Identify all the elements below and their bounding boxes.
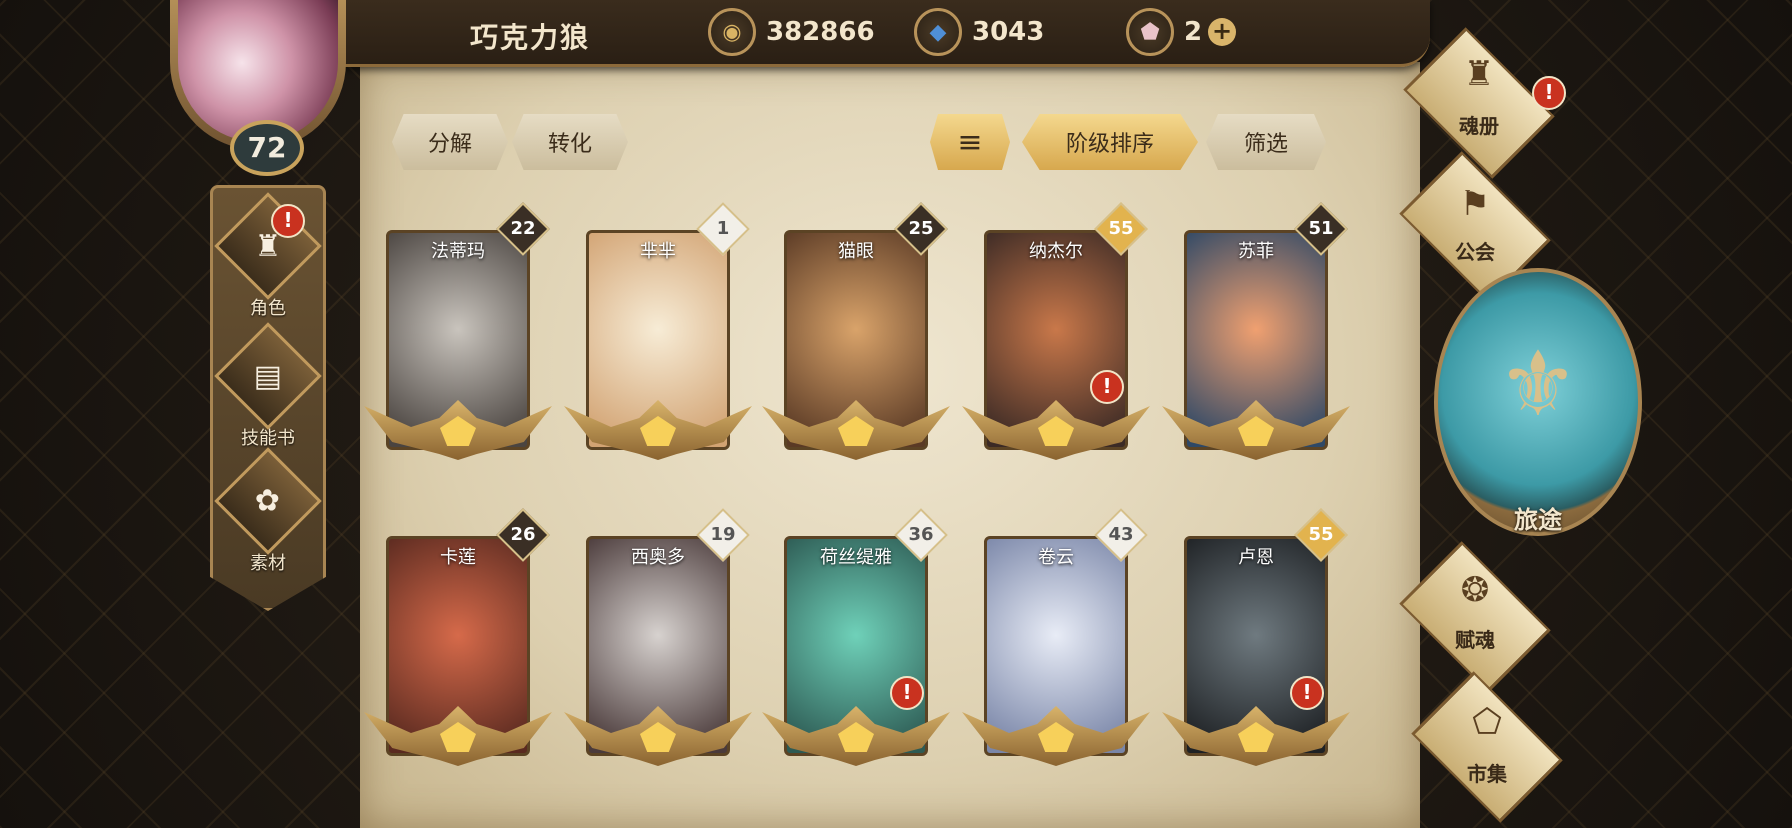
guild-banner-icon: ⚑ <box>1459 184 1491 224</box>
alert-icon: ! <box>890 676 924 710</box>
left-nav: ♜ 角色 ! ▤ 技能书 ✿ 素材 <box>210 185 326 611</box>
flame-swirl-icon: ❂ <box>1460 570 1490 610</box>
market-button[interactable]: ⬠ 市集 <box>1411 671 1563 823</box>
hero-card[interactable]: 卢恩 55! <box>1162 508 1350 786</box>
gold-coin-icon: ◉ <box>708 8 756 56</box>
gem-value: 2 <box>1184 17 1203 47</box>
filter-button[interactable]: 筛选 <box>1206 114 1326 170</box>
hero-card[interactable]: 卷云 43 <box>962 508 1150 786</box>
alert-icon: ! <box>1532 76 1566 110</box>
add-gem-button[interactable]: + <box>1208 18 1237 46</box>
journey-emblem-icon: ⚜ <box>1497 332 1579 437</box>
soul-book-button[interactable]: ♜ 魂册 ! <box>1403 27 1566 179</box>
player-level-badge: 72 <box>230 120 304 176</box>
rank-sort-button[interactable]: 阶级排序 <box>1022 114 1198 170</box>
pink-gem-icon: ⬟ <box>1126 8 1174 56</box>
decompose-button[interactable]: 分解 <box>392 114 508 170</box>
crystal-value: 3043 <box>972 17 1045 47</box>
creature-icon: ✿ <box>214 447 322 555</box>
hero-card[interactable]: 西奥多 19 <box>564 508 752 786</box>
nav-item-skill-books[interactable]: ▤ 技能书 <box>213 322 323 450</box>
crystal-resource: ◆ 3043 <box>914 8 1044 56</box>
skill-book-icon: ▤ <box>214 322 322 430</box>
alert-icon: ! <box>1090 370 1124 404</box>
hero-card[interactable]: 纳杰尔 55! <box>962 202 1150 480</box>
nav-item-materials[interactable]: ✿ 素材 <box>213 447 323 575</box>
player-name: 巧克力狼 <box>470 21 591 54</box>
hero-card[interactable]: 卡莲 26 <box>364 508 552 786</box>
imbue-soul-button[interactable]: ❂ 赋魂 <box>1399 541 1551 693</box>
gold-resource: ◉ 382866 <box>708 8 875 56</box>
imbue-soul-frame <box>1399 541 1551 693</box>
hero-card[interactable]: 猫眼 25 <box>762 202 950 480</box>
journey-button[interactable]: ⚜ 旅途 <box>1434 268 1642 536</box>
gem-resource: ⬟ 2 + <box>1126 8 1237 56</box>
hero-card[interactable]: 芈芈 1 <box>564 202 752 480</box>
soul-book-label: 魂册 <box>1459 114 1499 138</box>
journey-label: 旅途 <box>1514 506 1562 534</box>
hero-card[interactable]: 荷丝缇雅 36! <box>762 508 950 786</box>
market-frame <box>1411 671 1563 823</box>
imbue-soul-label: 赋魂 <box>1455 628 1495 652</box>
gold-value: 382866 <box>766 17 875 47</box>
market-label: 市集 <box>1467 762 1507 786</box>
guild-label: 公会 <box>1455 240 1495 264</box>
alert-icon: ! <box>1290 676 1324 710</box>
alert-icon: ! <box>271 204 305 238</box>
soul-book-frame <box>1403 27 1555 179</box>
nav-item-characters[interactable]: ♜ 角色 ! <box>213 192 323 320</box>
sort-order-icon[interactable]: ≡ <box>930 114 1010 170</box>
hero-card[interactable]: 苏菲 51 <box>1162 202 1350 480</box>
crystal-icon: ⬠ <box>1472 702 1502 742</box>
hero-card[interactable]: 法蒂玛 22 <box>364 202 552 480</box>
blue-crystal-icon: ◆ <box>914 8 962 56</box>
player-avatar[interactable]: 72 <box>160 0 370 190</box>
helmet-icon: ♜ <box>214 192 322 300</box>
convert-button[interactable]: 转化 <box>512 114 628 170</box>
